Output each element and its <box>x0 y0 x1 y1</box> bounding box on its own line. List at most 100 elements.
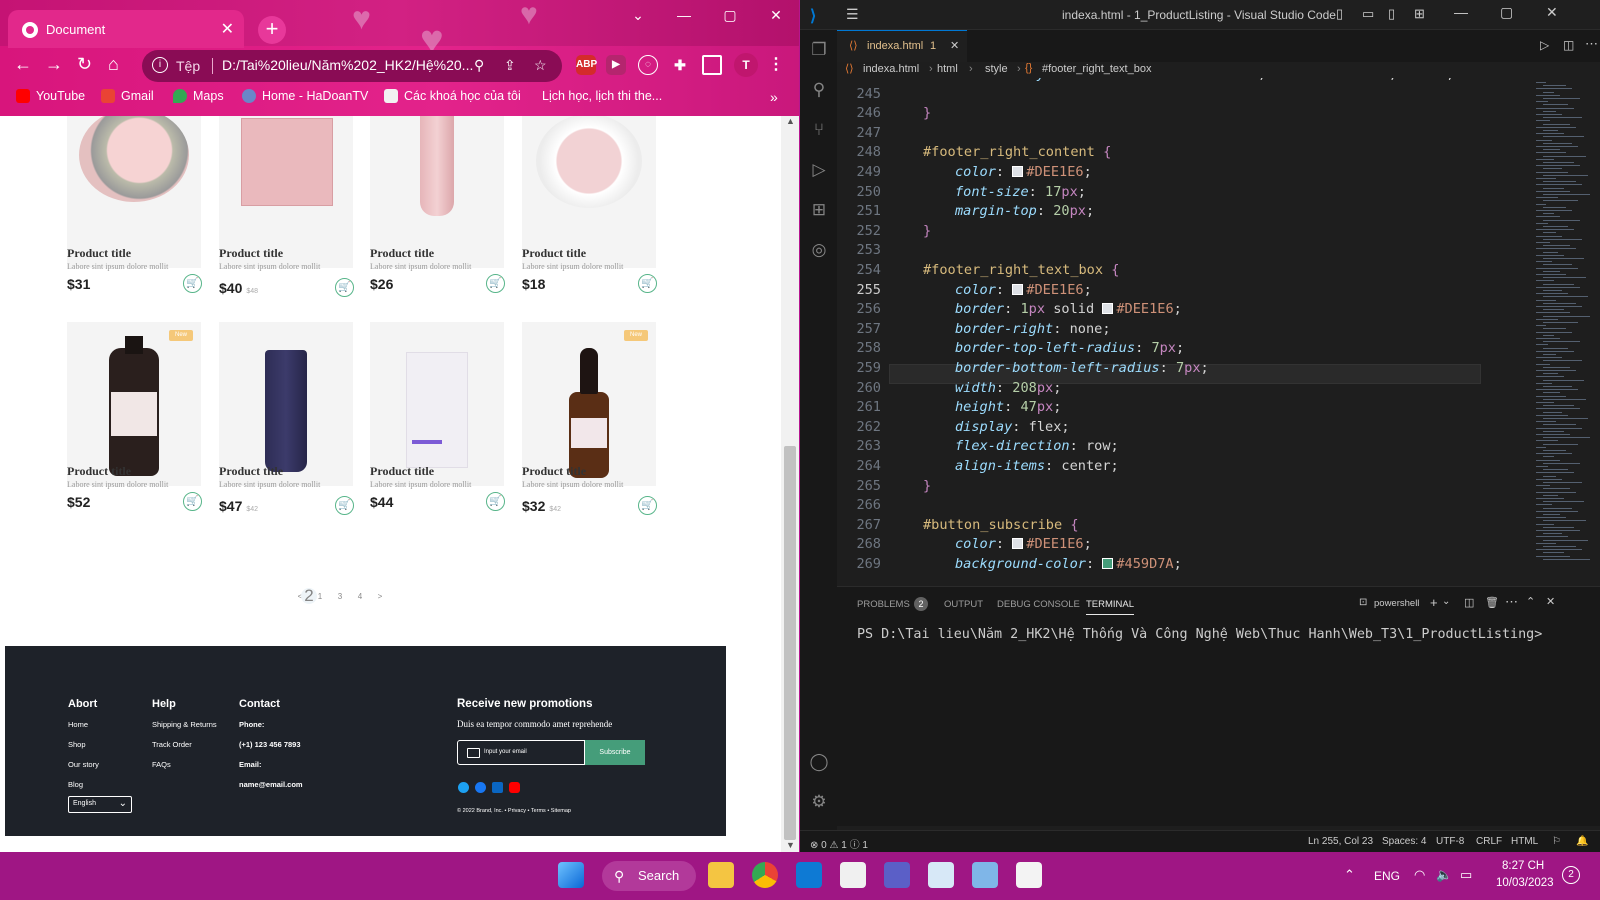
footer-link-home[interactable]: Home <box>68 720 88 729</box>
chevron-up-icon[interactable]: ⌃ <box>1344 867 1355 883</box>
language-mode[interactable]: HTML <box>1511 836 1538 847</box>
volume-icon[interactable]: 🔈 <box>1436 867 1452 883</box>
footer-link-track-order[interactable]: Track Order <box>152 740 192 749</box>
split-terminal-icon[interactable]: ◫ <box>1464 596 1474 609</box>
vscode-icon[interactable] <box>796 862 822 888</box>
next-page-button[interactable]: > <box>370 592 390 601</box>
code-line[interactable]: color: #DEE1E6; <box>955 282 1092 298</box>
minimize-button[interactable]: — <box>661 0 707 30</box>
breadcrumb-style[interactable]: style <box>985 63 1008 75</box>
home-icon[interactable]: ⌂ <box>108 54 119 75</box>
run-debug-icon[interactable]: ▷ <box>809 160 829 180</box>
problems-status[interactable]: ⊗ 0 ⚠ 1 ⓘ 1 <box>810 836 868 851</box>
footer-link-shop[interactable]: Shop <box>68 740 86 749</box>
app-icon[interactable] <box>840 862 866 888</box>
back-icon[interactable]: ← <box>14 54 32 75</box>
extensions-icon[interactable]: ⊞ <box>809 200 829 220</box>
breadcrumb-html[interactable]: html <box>937 63 958 75</box>
subscribe-button[interactable]: Subscribe <box>585 740 645 765</box>
trash-icon[interactable]: 🗑 <box>1485 596 1499 609</box>
close-tab-icon[interactable]: ✕ <box>950 39 959 52</box>
chrome-icon[interactable] <box>752 862 778 888</box>
product-title[interactable]: Product title <box>219 246 283 261</box>
add-to-cart-button[interactable]: 🛒 <box>335 496 354 515</box>
product-title[interactable]: Product title <box>67 246 131 261</box>
hamburger-menu-icon[interactable]: ☰ <box>846 6 859 23</box>
more-actions-icon[interactable]: ⋯ <box>1505 594 1518 610</box>
adblock-icon[interactable]: ABP <box>576 55 597 75</box>
share-icon[interactable]: ⇪ <box>504 57 516 74</box>
wifi-icon[interactable]: ◠ <box>1414 867 1425 883</box>
facebook-icon[interactable] <box>475 782 486 793</box>
teams-icon[interactable] <box>884 862 910 888</box>
scroll-up-icon[interactable]: ▲ <box>786 116 795 126</box>
page-3-button[interactable]: 3 <box>330 592 350 601</box>
bookmark-youtube[interactable]: YouTube <box>16 89 85 103</box>
tab-problems[interactable]: PROBLEMS <box>857 599 910 610</box>
code-line[interactable]: border-right: none; <box>955 321 1111 337</box>
code-editor[interactable]: 244 font-family: 'Franklin Gothic Medium'… <box>837 78 1532 586</box>
app-icon[interactable] <box>972 862 998 888</box>
add-to-cart-button[interactable]: 🛒 <box>183 274 202 293</box>
address-bar[interactable]: i Tệp D:/Tai%20lieu/Năm%202_HK2/Hệ%20...… <box>142 50 562 82</box>
code-line[interactable]: } <box>923 105 931 121</box>
maximize-button[interactable]: ▢ <box>707 0 753 30</box>
forward-icon[interactable]: → <box>45 54 63 75</box>
terminal-prompt[interactable]: PS D:\Tai lieu\Năm 2_HK2\Hệ Thống Và Côn… <box>857 627 1542 642</box>
bookmark-lich-hoc[interactable]: Lịch học, lịch thi the... <box>534 89 662 103</box>
scroll-down-icon[interactable]: ▼ <box>786 840 795 850</box>
code-line[interactable]: margin-top: 20px; <box>955 203 1094 219</box>
bookmark-gmail[interactable]: Gmail <box>101 89 154 103</box>
add-to-cart-button[interactable]: 🛒 <box>486 274 505 293</box>
code-line[interactable]: flex-direction: row; <box>955 438 1119 454</box>
add-to-cart-button[interactable]: 🛒 <box>183 492 202 511</box>
search-icon[interactable]: ⚲ <box>809 80 829 100</box>
code-line[interactable]: color: #DEE1E6; <box>955 164 1092 180</box>
tab-indexa-html[interactable]: ⟨⟩ indexa.html 1 ✕ <box>837 30 967 62</box>
line-endings[interactable]: CRLF <box>1476 836 1502 847</box>
toggle-sidebar-icon[interactable]: ▯ <box>1336 6 1343 22</box>
tab-output[interactable]: OUTPUT <box>944 599 983 610</box>
tab-document[interactable]: Document ✕ <box>8 10 244 48</box>
product-title[interactable]: Product title <box>219 464 283 479</box>
bookmark-star-icon[interactable]: ☆ <box>534 57 547 74</box>
app-icon[interactable] <box>928 862 954 888</box>
product-title[interactable]: Product title <box>67 464 131 479</box>
linkedin-icon[interactable] <box>492 782 503 793</box>
youtube-icon[interactable] <box>509 782 520 793</box>
tab-terminal[interactable]: TERMINAL <box>1086 599 1135 615</box>
twitter-icon[interactable] <box>458 782 469 793</box>
code-line[interactable]: height: 47px; <box>955 399 1061 415</box>
breadcrumb-selector[interactable]: #footer_right_text_box <box>1042 63 1151 75</box>
email-input[interactable]: Input your email <box>457 740 585 765</box>
footer-link-blog[interactable]: Blog <box>68 780 83 789</box>
file-explorer-icon[interactable] <box>708 862 734 888</box>
scroll-thumb[interactable] <box>784 446 796 840</box>
url-text[interactable]: D:/Tai%20lieu/Năm%202_HK2/Hệ%20... <box>222 57 473 73</box>
product-title[interactable]: Product title <box>522 246 586 261</box>
code-line[interactable]: } <box>923 223 931 239</box>
explorer-icon[interactable]: ❐ <box>809 40 829 60</box>
notifications-bell-icon[interactable]: 🔔 <box>1576 836 1588 847</box>
footer-link-our-story[interactable]: Our story <box>68 760 99 769</box>
source-control-icon[interactable]: ⑂ <box>809 120 829 140</box>
page-2-button[interactable]: 2 <box>301 587 317 604</box>
product-title[interactable]: Product title <box>370 464 434 479</box>
add-to-cart-button[interactable]: 🛒 <box>335 278 354 297</box>
feedback-icon[interactable]: ⚐ <box>1552 836 1561 847</box>
close-panel-icon[interactable]: ✕ <box>1546 595 1555 608</box>
new-tab-button[interactable]: + <box>258 16 286 44</box>
product-title[interactable]: Product title <box>370 246 434 261</box>
maximize-panel-icon[interactable]: ⌃ <box>1526 595 1535 608</box>
minimap[interactable] <box>1532 78 1600 586</box>
breadcrumb-file[interactable]: indexa.html <box>863 63 919 75</box>
code-line[interactable]: width: 208px; <box>955 380 1061 396</box>
tab-debug-console[interactable]: DEBUG CONSOLE <box>997 599 1080 610</box>
footer-link-faqs[interactable]: FAQs <box>152 760 171 769</box>
minimize-button[interactable]: — <box>1454 4 1468 20</box>
zoom-icon[interactable]: ⚲ <box>474 57 484 74</box>
product-image[interactable]: New <box>67 322 201 486</box>
close-tab-icon[interactable]: ✕ <box>221 19 234 39</box>
more-actions-icon[interactable]: ⋯ <box>1585 36 1598 52</box>
add-to-cart-button[interactable]: 🛒 <box>486 492 505 511</box>
